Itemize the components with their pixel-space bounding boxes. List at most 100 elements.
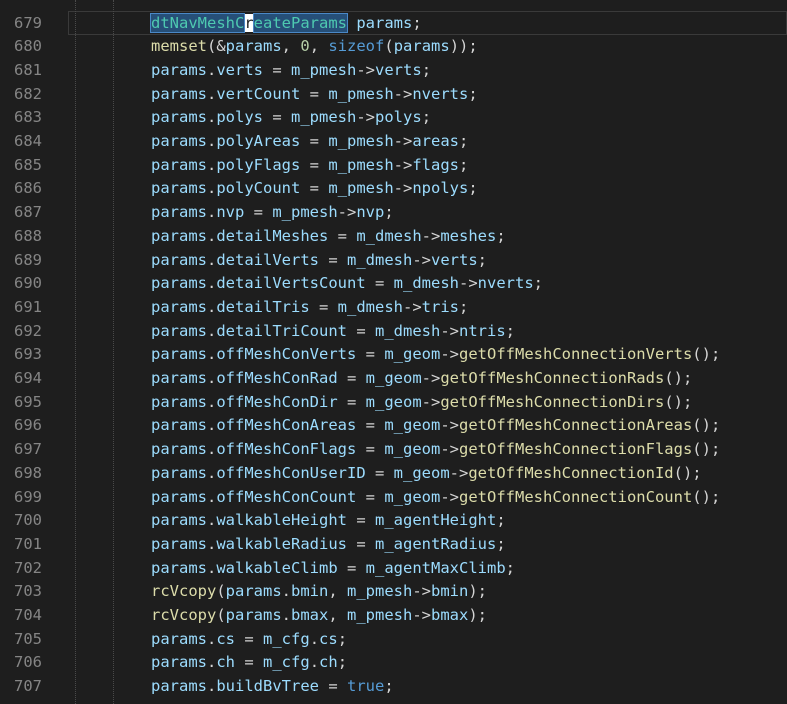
code-token: ->: [403, 297, 422, 316]
code-line[interactable]: params.detailTris = m_dmesh->tris;: [151, 296, 468, 320]
code-token: ->: [458, 274, 478, 293]
code-token: params: [151, 84, 207, 103]
code-line[interactable]: params.detailVertsCount = m_dmesh->nvert…: [151, 272, 543, 296]
line-number: 685: [14, 155, 42, 174]
code-token: .: [207, 345, 217, 364]
code-line[interactable]: params.walkableClimb = m_agentMaxClimb;: [151, 557, 515, 581]
code-token: ;: [337, 629, 348, 648]
code-line[interactable]: params.nvp = m_pmesh->nvp;: [151, 201, 394, 225]
code-line[interactable]: params.offMeshConDir = m_geom->getOffMes…: [151, 391, 692, 415]
code-line[interactable]: params.ch = m_cfg.ch;: [151, 651, 347, 675]
code-token: ();: [673, 463, 702, 482]
code-token: .: [207, 321, 217, 340]
code-token: tris: [421, 297, 459, 316]
code-token: true: [347, 677, 385, 696]
code-token: .: [309, 653, 320, 672]
code-line[interactable]: params.polyAreas = m_pmesh->areas;: [151, 130, 468, 154]
code-line[interactable]: params.walkableRadius = m_agentRadius;: [151, 533, 506, 557]
code-line[interactable]: params.offMeshConCount = m_geom->getOffM…: [151, 486, 720, 510]
code-line[interactable]: params.offMeshConVerts = m_geom->getOffM…: [151, 343, 720, 367]
code-token: m_geom: [384, 416, 441, 435]
code-token: nverts: [412, 84, 469, 103]
code-line[interactable]: params.offMeshConUserID = m_geom->getOff…: [151, 462, 702, 486]
code-line[interactable]: params.buildBvTree = true;: [151, 675, 394, 699]
code-token: verts: [431, 250, 478, 269]
line-number: 684: [14, 132, 42, 150]
line-number: 705: [14, 629, 42, 648]
code-line[interactable]: params.polyCount = m_pmesh->npolys;: [151, 177, 478, 201]
code-line[interactable]: params.cs = m_cfg.cs;: [151, 628, 347, 652]
code-token: .: [281, 606, 292, 624]
code-token: verts: [375, 60, 422, 79]
code-token: ->: [421, 392, 441, 411]
code-token: =: [319, 250, 347, 269]
code-token: params: [225, 606, 282, 624]
code-line[interactable]: params.polys = m_pmesh->polys;: [151, 106, 431, 130]
code-token: params: [151, 440, 207, 459]
code-line[interactable]: params.vertCount = m_pmesh->nverts;: [151, 83, 478, 107]
line-number: 683: [14, 108, 42, 127]
code-token: params: [151, 250, 207, 269]
code-token: =: [347, 511, 375, 530]
code-token: =: [328, 226, 357, 245]
code-token: .: [207, 392, 217, 411]
code-token: =: [235, 653, 264, 672]
code-token: ;: [421, 108, 432, 127]
code-token: .: [207, 463, 217, 482]
code-token: .: [207, 155, 217, 174]
code-token: m_pmesh: [328, 155, 394, 174]
code-token: walkableRadius: [216, 534, 347, 553]
code-token: vertCount: [216, 84, 301, 103]
code-token: params: [151, 60, 207, 79]
code-token: ,: [328, 582, 348, 601]
line-number: 689: [14, 250, 42, 269]
line-number: 698: [14, 463, 42, 482]
code-token: .: [207, 558, 217, 577]
code-token: rcVcopy: [151, 606, 217, 624]
code-token: buildBvTree: [216, 677, 319, 696]
code-token: ntris: [459, 321, 506, 340]
code-line[interactable]: dtNavMeshCreateParams params;: [149, 12, 422, 36]
line-number: 686: [14, 179, 42, 198]
code-line[interactable]: params.detailTriCount = m_dmesh->ntris;: [151, 320, 515, 344]
code-token: params: [151, 369, 207, 387]
line-number: 682: [14, 84, 42, 103]
code-line[interactable]: params.verts = m_pmesh->verts;: [151, 59, 431, 83]
code-token: offMeshConFlags: [216, 440, 357, 459]
code-line[interactable]: params.offMeshConFlags = m_geom->getOffM…: [151, 438, 720, 462]
code-token: m_pmesh: [272, 203, 338, 222]
code-token: ->: [412, 250, 431, 269]
code-line[interactable]: params.walkableHeight = m_agentHeight;: [151, 509, 506, 533]
code-token: =: [337, 558, 366, 577]
code-line[interactable]: params.offMeshConAreas = m_geom->getOffM…: [151, 414, 720, 438]
code-token: eateParams: [252, 12, 349, 33]
code-token: m_cfg: [263, 629, 310, 648]
code-token: m_dmesh: [347, 250, 413, 269]
code-token: params: [151, 297, 207, 316]
code-token: .: [207, 369, 217, 387]
code-line[interactable]: rcVcopy(params.bmax, m_pmesh->bmax);: [151, 604, 487, 628]
code-line[interactable]: params.detailMeshes = m_dmesh->meshes;: [151, 225, 506, 249]
code-line[interactable]: params.offMeshConRad = m_geom->getOffMes…: [151, 367, 692, 391]
code-token: offMeshConAreas: [216, 416, 357, 435]
code-token: .: [281, 582, 292, 601]
code-token: m_agentHeight: [375, 511, 497, 530]
code-token: polyAreas: [216, 132, 301, 150]
code-line[interactable]: rcVcopy(params.bmin, m_pmesh->bmin);: [151, 580, 487, 604]
code-line[interactable]: params.polyFlags = m_pmesh->flags;: [151, 154, 468, 178]
code-line[interactable]: memset(&params, 0, sizeof(params));: [151, 35, 478, 59]
code-token: offMeshConDir: [216, 392, 338, 411]
code-token: =: [263, 108, 292, 127]
indent-guide: [75, 0, 76, 704]
code-token: params: [151, 629, 207, 648]
code-token: detailTriCount: [216, 321, 347, 340]
line-number: 691: [14, 297, 42, 316]
code-token: polyFlags: [216, 155, 301, 174]
code-line[interactable]: params.detailVerts = m_dmesh->verts;: [151, 249, 487, 273]
code-editor[interactable]: 678 679 680 681 682 683 684 685 686 687 688 689 690…: [0, 0, 787, 704]
line-number: 706: [14, 653, 42, 672]
code-token: m_pmesh: [347, 582, 413, 601]
code-token: m_agentMaxClimb: [365, 558, 506, 577]
code-token: =: [356, 487, 385, 506]
code-token: (: [216, 606, 226, 624]
